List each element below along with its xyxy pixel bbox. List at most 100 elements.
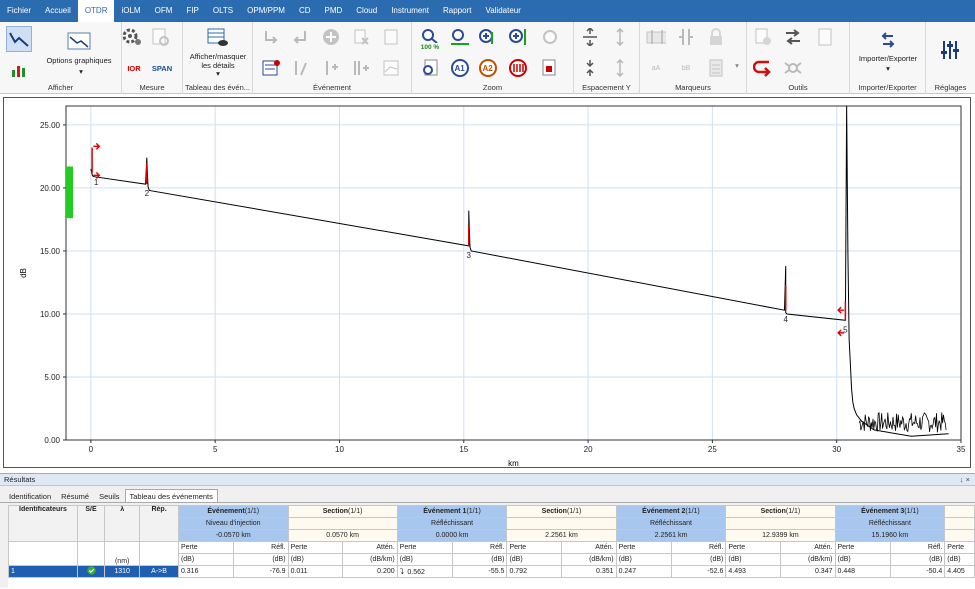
group-tableau: Afficher/masquer les détails ▾ Tableau d… xyxy=(183,22,253,94)
table-row[interactable]: 1 1310 A->B 0.316 -76.9 0.011 0.200 ⮧ 0.5… xyxy=(8,565,975,578)
menu-instrument[interactable]: Instrument xyxy=(384,0,436,22)
tab-resume[interactable]: Résumé xyxy=(56,489,94,502)
merge-icon[interactable] xyxy=(783,58,803,78)
col-event-3[interactable]: Événement 3(1/1) xyxy=(834,505,946,518)
col-frac: (1/1) xyxy=(904,508,919,515)
menu-olts[interactable]: OLTS xyxy=(206,0,240,22)
zoom-vertical-icon[interactable] xyxy=(508,27,528,47)
col-lambda[interactable]: λ xyxy=(104,505,141,542)
col-section-0[interactable]: Section(1/1) xyxy=(287,505,398,518)
zoom-a1-icon[interactable]: A1 xyxy=(450,58,470,78)
col-event-1[interactable]: Événement 1(1/1) xyxy=(396,505,508,518)
group-label: Réglages xyxy=(934,83,967,92)
group-reglages: Réglages xyxy=(926,22,975,94)
unit-db: (dB) xyxy=(452,553,508,566)
col-section-1[interactable]: Section(1/1) xyxy=(506,505,617,518)
event-list-icon[interactable] xyxy=(261,58,281,78)
menu-pmd[interactable]: PMD xyxy=(318,0,350,22)
col-frac: (1/1) xyxy=(685,508,700,515)
trace-view-icon[interactable] xyxy=(6,26,32,52)
calculator-icon[interactable] xyxy=(706,58,726,78)
tab-event-table[interactable]: Tableau des événements xyxy=(124,489,218,502)
add-circle-icon[interactable] xyxy=(321,27,341,47)
spacing-collapse-icon[interactable] xyxy=(580,58,600,78)
unit-dbkm: (dB/km) xyxy=(342,553,398,566)
zoom-reset-icon[interactable] xyxy=(540,27,560,47)
event-label: 3 xyxy=(467,251,472,260)
event-table[interactable]: Identificateurs S/E λ Rép. Événement(1/1… xyxy=(8,505,975,589)
marker-double-line-icon[interactable] xyxy=(676,27,696,47)
marker-lines-icon[interactable] xyxy=(291,58,311,78)
chart-edit-icon[interactable] xyxy=(381,58,401,78)
sliders-settings-icon[interactable] xyxy=(937,37,963,63)
bar-graph-icon[interactable] xyxy=(9,60,29,80)
import-export-button[interactable]: Importer/Exporter xyxy=(852,54,924,64)
chevron-down-icon[interactable]: ▾ xyxy=(883,64,893,74)
zoom-markers-icon[interactable] xyxy=(508,58,528,78)
section-2-length: 12.9399 km xyxy=(725,529,836,542)
reverse-trace-icon[interactable] xyxy=(753,58,773,78)
table-details-icon[interactable] xyxy=(205,25,231,51)
marker-a-icon[interactable]: aA xyxy=(646,58,666,78)
menu-cloud[interactable]: Cloud xyxy=(349,0,384,22)
menu-fichier[interactable]: Fichier xyxy=(0,0,38,22)
menu-cd[interactable]: CD xyxy=(292,0,318,22)
graph-options-button[interactable]: Options graphiques xyxy=(44,56,114,66)
swap-arrows-icon[interactable] xyxy=(783,27,803,47)
otdr-trace-plot[interactable]: 0 5 10 15 20 25 30 35 0.00 5.00 10.00 15.00 20.00 25.… xyxy=(3,97,971,468)
menu-validateur[interactable]: Validateur xyxy=(478,0,527,22)
tab-identification[interactable]: Identification xyxy=(4,489,56,502)
x-tick-label: 15 xyxy=(459,445,468,454)
lock-icon[interactable] xyxy=(706,27,726,47)
group-outils: Outils xyxy=(747,22,850,94)
zoom-100-icon[interactable] xyxy=(420,26,440,46)
col-frac: (1/1) xyxy=(785,508,801,515)
col-rep[interactable]: Rép. xyxy=(139,505,179,542)
col-se[interactable]: S/E xyxy=(76,505,106,542)
menu-fip[interactable]: FIP xyxy=(179,0,205,22)
status-ok-icon xyxy=(76,565,106,578)
document-icon[interactable] xyxy=(381,27,401,47)
spacing-expand-icon[interactable] xyxy=(580,27,600,47)
menu-otdr[interactable]: OTDR xyxy=(77,0,115,22)
import-export-icon[interactable] xyxy=(878,30,898,50)
add-double-marker-icon[interactable] xyxy=(351,58,371,78)
menu-ofm[interactable]: OFM xyxy=(148,0,180,22)
menu-rapport[interactable]: Rapport xyxy=(436,0,478,22)
add-marker-icon[interactable] xyxy=(321,58,341,78)
zoom-in-horizontal-icon[interactable] xyxy=(450,27,470,47)
col-event-2[interactable]: Événement 2(1/1) xyxy=(615,505,727,518)
zoom-event-icon[interactable] xyxy=(540,58,560,78)
col-section-2[interactable]: Section(1/1) xyxy=(725,505,836,518)
settings-gear-icon[interactable] xyxy=(122,27,142,47)
span-button[interactable]: SPAN xyxy=(150,64,174,74)
menu-opm-ppm[interactable]: OPM/PPM xyxy=(240,0,292,22)
marker-ab-icon[interactable] xyxy=(646,27,666,47)
row-direction: A->B xyxy=(139,565,179,578)
zoom-page-icon[interactable] xyxy=(420,58,440,78)
chevron-down-icon[interactable]: ▾ xyxy=(213,69,223,79)
otdr-trace-chart[interactable]: 0 5 10 15 20 25 30 35 0.00 5.00 10.00 15.00 20.00 25.… xyxy=(4,98,970,468)
ior-button[interactable]: IOR xyxy=(124,64,144,74)
document-settings-icon[interactable] xyxy=(150,27,170,47)
arrow-turn-right-icon[interactable] xyxy=(261,27,281,47)
arrow-turn-left-icon[interactable] xyxy=(291,27,311,47)
document-check-icon[interactable] xyxy=(753,27,773,47)
spacing-reset-icon[interactable] xyxy=(610,58,630,78)
chevron-down-icon[interactable]: ▾ xyxy=(76,67,86,77)
chevron-down-icon[interactable]: ▾ xyxy=(732,61,742,71)
menu-iolm[interactable]: iOLM xyxy=(114,0,147,22)
col-identifiers[interactable]: Identificateurs xyxy=(8,505,78,542)
document-chart-icon[interactable] xyxy=(815,27,835,47)
marker-b-icon[interactable]: bB xyxy=(676,58,696,78)
spacing-link-icon[interactable] xyxy=(610,27,630,47)
col-event-0[interactable]: Événement(1/1) xyxy=(177,505,289,518)
graph-options-icon[interactable] xyxy=(66,28,92,54)
menu-accueil[interactable]: Accueil xyxy=(38,0,78,22)
zoom-a2-icon[interactable]: A2 xyxy=(478,58,498,78)
delete-event-icon[interactable] xyxy=(351,27,371,47)
zoom-in-icon[interactable] xyxy=(478,27,498,47)
tab-seuils[interactable]: Seuils xyxy=(94,489,124,502)
unit-refl: Réfl. xyxy=(452,541,508,554)
panel-controls-icon[interactable]: ↓ × xyxy=(960,474,970,486)
